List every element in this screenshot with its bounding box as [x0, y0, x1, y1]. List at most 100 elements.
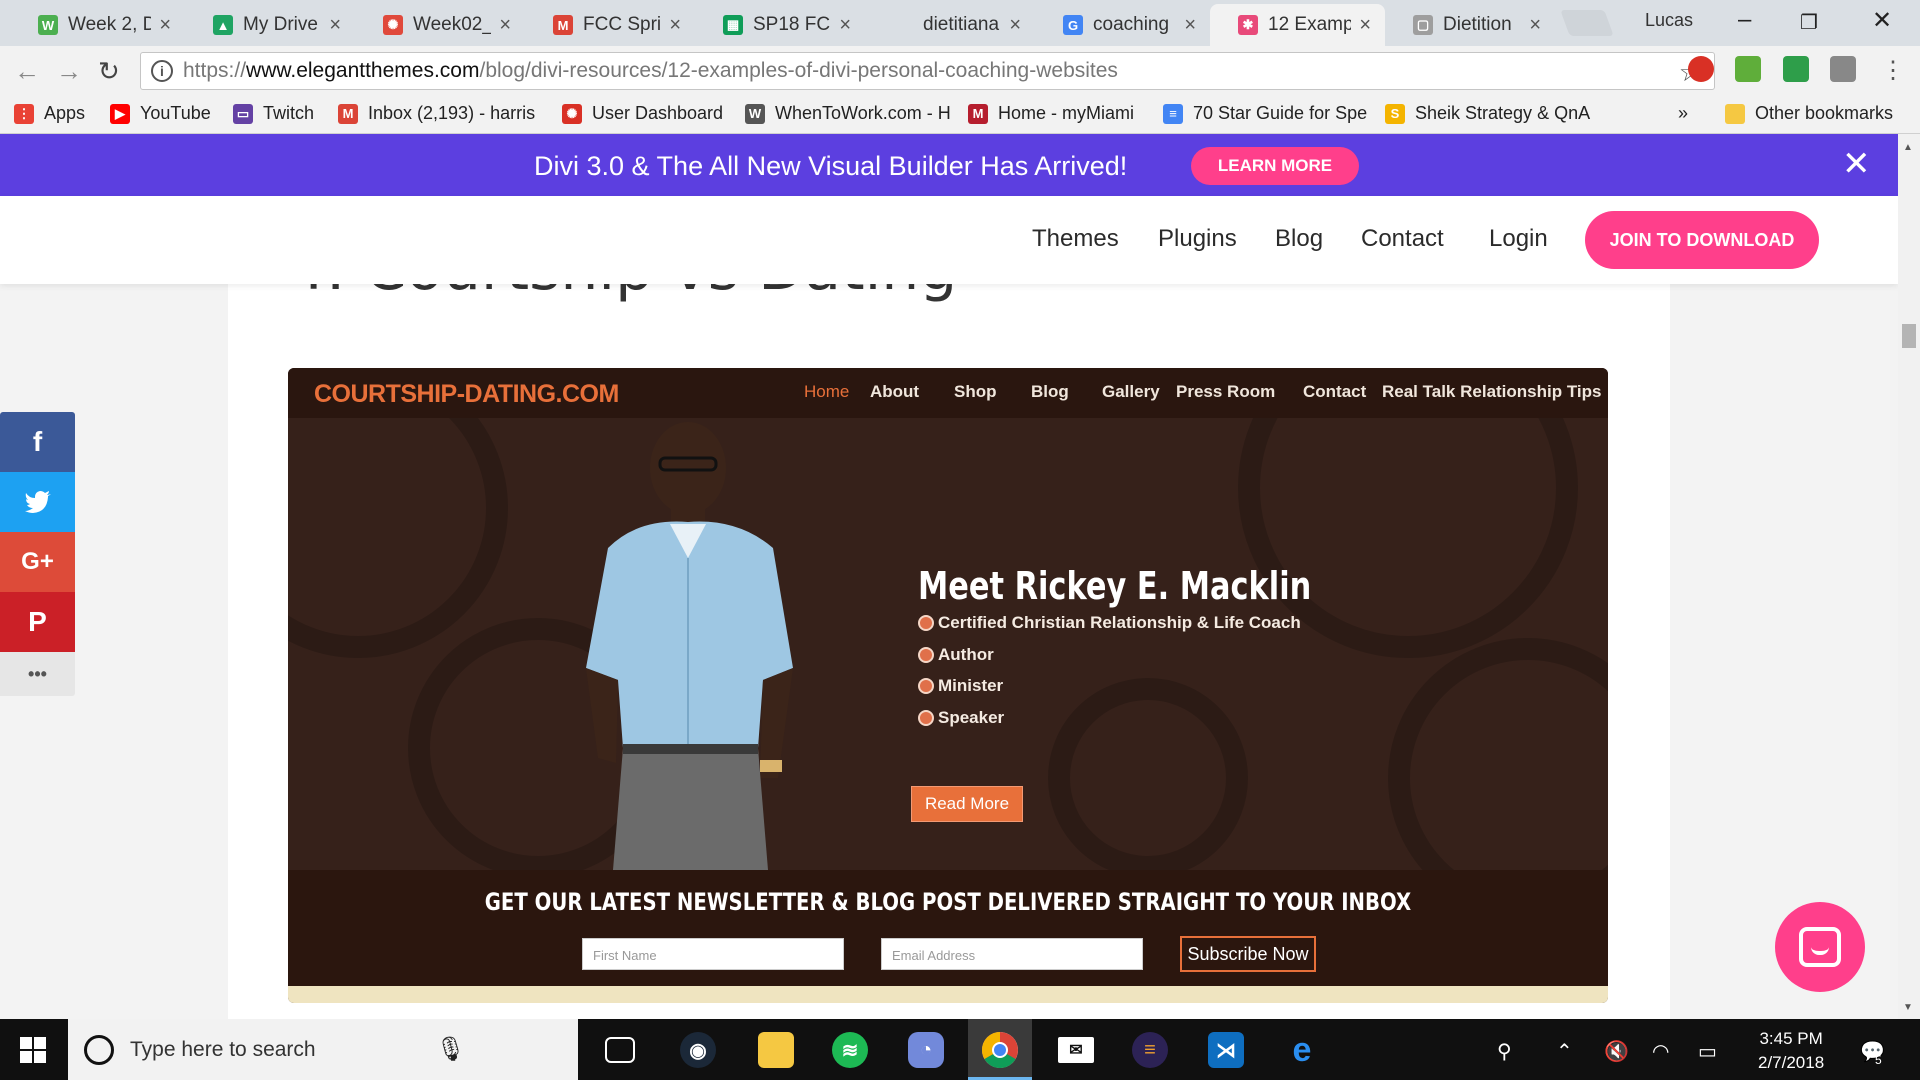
browser-tab[interactable]: dietitiana × [865, 4, 1035, 46]
bookmark-user-dashboard[interactable]: ✺ User Dashboard [562, 103, 723, 124]
close-window-icon[interactable]: ✕ [1872, 6, 1892, 35]
show-hidden-icons-icon[interactable]: ⌃ [1556, 1039, 1573, 1064]
nav-plugins[interactable]: Plugins [1158, 225, 1237, 253]
chrome-icon[interactable] [982, 1032, 1018, 1068]
learn-more-button[interactable]: LEARN MORE [1191, 147, 1359, 185]
close-tab-icon[interactable]: × [329, 14, 341, 37]
embedded-newsletter: GET OUR LATEST NEWSLETTER & BLOG POST DE… [288, 870, 1608, 986]
bookmark-inbox[interactable]: M Inbox (2,193) - harris [338, 103, 535, 124]
print-extension-icon[interactable] [1735, 56, 1761, 82]
browser-tab[interactable]: ✺ Week02_D × [355, 4, 525, 46]
bullet-icon [918, 710, 934, 726]
promo-text: Divi 3.0 & The All New Visual Builder Ha… [534, 151, 1128, 181]
bookmark-whentowork[interactable]: W WhenToWork.com - H [745, 103, 951, 124]
restore-icon[interactable]: ❐ [1800, 10, 1818, 35]
bookmark-youtube[interactable]: ▶ YouTube [110, 103, 211, 124]
wifi-icon[interactable]: ◠ [1652, 1039, 1669, 1064]
pinterest-share-button[interactable]: P [0, 592, 75, 652]
browser-tab[interactable]: M FCC Sprin × [525, 4, 695, 46]
close-tab-icon[interactable]: × [839, 14, 851, 37]
bullet-icon [918, 678, 934, 694]
nav-blog[interactable]: Blog [1275, 225, 1323, 253]
system-clock[interactable]: 3:45 PM 2/7/2018 [1758, 1027, 1824, 1075]
people-icon[interactable]: ⚲ [1497, 1039, 1512, 1064]
address-bar[interactable]: i https://www.elegantthemes.com/blog/div… [140, 52, 1715, 90]
page-scrollbar[interactable]: ▲ ▼ [1898, 134, 1920, 1019]
notification-count-badge: 5 [1875, 1053, 1882, 1067]
bookmarks-bar: ⋮ Apps ▶ YouTube ▭ Twitch M Inbox (2,193… [0, 96, 1920, 134]
hero-list-item: Author [918, 645, 994, 665]
bookmark-apps[interactable]: ⋮ Apps [14, 103, 85, 124]
browser-tab[interactable]: ▢ Dietition × [1385, 4, 1555, 46]
email-field: Email Address [881, 938, 1143, 970]
edge-icon[interactable]: e [1284, 1031, 1320, 1069]
close-tab-icon[interactable]: × [669, 14, 681, 37]
other-bookmarks[interactable]: Other bookmarks [1725, 103, 1893, 124]
visual-studio-code-icon[interactable]: ⋊ [1208, 1032, 1244, 1068]
chrome-logo-icon [982, 1032, 1018, 1068]
decorative-swirl [1048, 678, 1248, 870]
browser-tab[interactable]: G coaching × [1035, 4, 1210, 46]
task-view-icon[interactable] [605, 1037, 635, 1063]
hero-title: Meet Rickey E. Macklin [918, 564, 1312, 608]
hero-list-item: Speaker [918, 708, 1004, 728]
shield-extension-icon[interactable] [1783, 56, 1809, 82]
battery-icon[interactable]: ▭ [1698, 1039, 1717, 1064]
close-tab-icon[interactable]: × [1009, 14, 1021, 37]
browser-tab[interactable]: ▦ SP18 FCC × [695, 4, 865, 46]
site-info-icon[interactable]: i [151, 60, 173, 82]
close-tab-icon[interactable]: × [159, 14, 171, 37]
bookmark-mymiami[interactable]: M Home - myMiami [968, 103, 1134, 124]
embedded-nav-item: Real Talk Relationship Tips [1382, 382, 1602, 401]
bookmarks-overflow[interactable]: » [1678, 103, 1688, 124]
close-tab-icon[interactable]: × [1529, 14, 1541, 37]
profile-button[interactable]: Lucas [1645, 10, 1693, 31]
menu-icon[interactable]: ⋮ [1880, 56, 1906, 84]
minimize-icon[interactable]: – [1738, 6, 1751, 34]
site-header: Themes Plugins Blog Contact Login JOIN T… [0, 196, 1898, 284]
microphone-icon[interactable]: 🎙 [436, 1035, 466, 1064]
browser-tab-strip: W Week 2, D × ▲ My Drive × ✺ Week02_D × … [0, 0, 1920, 46]
google-plus-share-button[interactable]: G+ [0, 532, 75, 592]
document-icon: ▢ [1413, 15, 1433, 35]
browser-tab-active[interactable]: ✱ 12 Examp × [1210, 4, 1385, 46]
eclipse-icon[interactable]: ≡ [1132, 1032, 1168, 1068]
close-tab-icon[interactable]: × [1184, 14, 1196, 37]
close-icon[interactable]: ✕ [1842, 144, 1871, 184]
join-to-download-button[interactable]: JOIN TO DOWNLOAD [1585, 211, 1819, 269]
dashboard-icon: ✺ [562, 103, 582, 124]
new-tab-button[interactable] [1560, 10, 1614, 36]
mail-icon[interactable]: ✉ [1058, 1037, 1094, 1063]
facebook-share-button[interactable]: f [0, 412, 75, 472]
spotify-icon[interactable]: ≋ [832, 1032, 868, 1068]
windows-start-button[interactable] [20, 1037, 46, 1063]
scroll-down-icon[interactable]: ▼ [1903, 1002, 1913, 1013]
browser-tab[interactable]: ▲ My Drive × [185, 4, 355, 46]
file-explorer-icon[interactable] [758, 1032, 794, 1068]
reload-icon[interactable]: ↻ [98, 56, 120, 87]
more-share-button[interactable]: ••• [0, 652, 75, 696]
bookmark-star-guide[interactable]: ≡ 70 Star Guide for Spe [1163, 103, 1367, 124]
nav-login[interactable]: Login [1489, 225, 1548, 253]
nav-themes[interactable]: Themes [1032, 225, 1119, 253]
taskbar-search-box[interactable]: Type here to search 🎙 [68, 1019, 578, 1080]
extension-icon[interactable] [1830, 56, 1856, 82]
bookmark-sheik[interactable]: S Sheik Strategy & QnA [1385, 103, 1590, 124]
scroll-thumb[interactable] [1902, 324, 1916, 348]
browser-toolbar: ← → ↻ i https://www.elegantthemes.com/bl… [0, 46, 1920, 96]
scroll-up-icon[interactable]: ▲ [1903, 142, 1913, 153]
nav-contact[interactable]: Contact [1361, 225, 1444, 253]
forward-icon[interactable]: → [56, 56, 82, 87]
steam-icon[interactable]: ◉ [680, 1032, 716, 1068]
browser-tab[interactable]: W Week 2, D × [10, 4, 185, 46]
adblock-icon[interactable] [1688, 56, 1714, 82]
discord-icon[interactable]: ◔ [908, 1032, 944, 1068]
chat-launcher-button[interactable] [1775, 902, 1865, 992]
volume-muted-icon[interactable]: 🔇 [1604, 1039, 1629, 1064]
back-icon[interactable]: ← [14, 56, 40, 87]
twitter-share-button[interactable] [0, 472, 75, 532]
bookmark-twitch[interactable]: ▭ Twitch [233, 103, 314, 124]
web-page: Divi 3.0 & The All New Visual Builder Ha… [0, 134, 1898, 1019]
close-tab-icon[interactable]: × [1359, 14, 1371, 37]
close-tab-icon[interactable]: × [499, 14, 511, 37]
